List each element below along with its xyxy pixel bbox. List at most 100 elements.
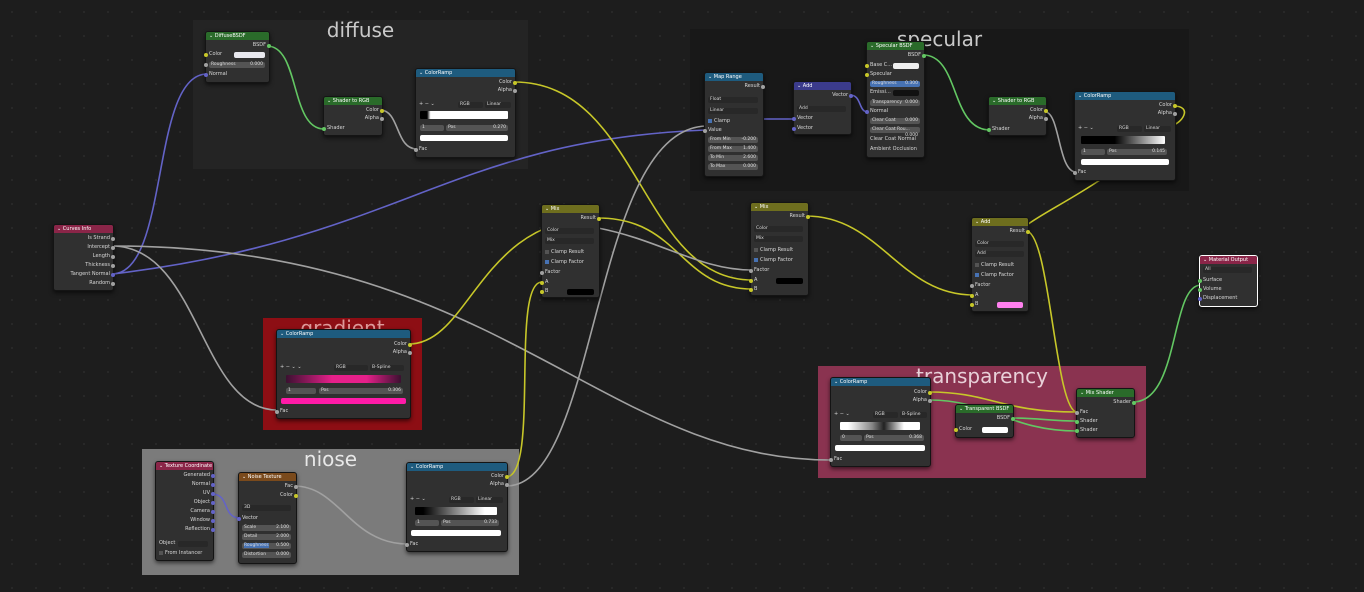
input-ambient-occlusion[interactable]: Ambient Occlusion (870, 146, 921, 153)
output-vector[interactable]: Vector (797, 92, 848, 99)
output-result[interactable]: Result (975, 228, 1025, 235)
socket-out[interactable] (211, 519, 215, 523)
emission-swatch[interactable] (893, 90, 919, 96)
socket-result-out[interactable] (597, 217, 601, 221)
socket-factor-in[interactable] (540, 271, 544, 275)
input-displacement[interactable]: Displacement (1203, 295, 1254, 302)
output-color[interactable]: Color (1078, 102, 1172, 109)
socket-a-in[interactable] (540, 281, 544, 285)
stop-pos[interactable]: Pos 0.145 (1107, 149, 1167, 155)
socket-vector-in[interactable] (237, 517, 241, 521)
to-min-field[interactable]: To Min 2.600 (708, 155, 758, 161)
clamp-result-checkbox[interactable]: Clamp Result (545, 249, 596, 256)
node-header[interactable]: Map Range (705, 73, 763, 81)
color-ramp-bar[interactable] (420, 111, 508, 119)
socket-fac-in[interactable] (829, 458, 833, 462)
input-shader-1[interactable]: Shader (1080, 418, 1131, 425)
scale-field[interactable]: Scale 2.100 (242, 525, 291, 531)
socket-value-in[interactable] (703, 129, 707, 133)
socket-out[interactable] (111, 264, 115, 268)
socket-out[interactable] (211, 510, 215, 514)
socket-color-out[interactable] (928, 391, 932, 395)
color-swatch[interactable] (234, 52, 265, 58)
output-window[interactable]: Window (159, 517, 210, 524)
output-bsdf[interactable]: BSDF (209, 42, 266, 49)
node-diffuse-bsdf[interactable]: DiffuseBSDF BSDF Color Roughness0.000 No… (204, 31, 271, 83)
stop-color[interactable] (411, 530, 501, 536)
node-header[interactable]: ColorRamp (1075, 92, 1175, 100)
clearcoat-rough-field[interactable]: Clear Coat Rou... 0.000 (870, 127, 920, 138)
output-reflection[interactable]: Reflection (159, 526, 210, 533)
input-vector-2[interactable]: Vector (797, 125, 848, 132)
output-shader[interactable]: Shader (1080, 399, 1131, 406)
socket-factor-in[interactable] (749, 269, 753, 273)
socket-fac-in[interactable] (1073, 171, 1077, 175)
output-generated[interactable]: Generated (159, 472, 210, 479)
output-alpha[interactable]: Alpha (280, 349, 407, 356)
interp-select[interactable]: Linear (1144, 126, 1171, 132)
socket-alpha-out[interactable] (928, 399, 932, 403)
distortion-field[interactable]: Distortion 0.000 (242, 552, 291, 558)
socket-color-out[interactable] (294, 494, 298, 498)
dimension-select[interactable]: 3D (242, 505, 291, 511)
socket-bsdf-out[interactable] (922, 54, 926, 58)
socket-shader-in[interactable] (1075, 420, 1079, 424)
data-type-select[interactable]: Color (975, 241, 1024, 247)
add-stop-button[interactable]: + − ⌄ (410, 496, 426, 502)
node-header[interactable]: Mix (542, 205, 599, 213)
node-header[interactable]: Add (972, 218, 1028, 226)
output-color[interactable]: Color (242, 492, 293, 499)
node-vector-add[interactable]: Add Vector Add Vector Vector (792, 81, 853, 135)
interp-select[interactable]: Linear (708, 108, 758, 114)
socket-shader-in[interactable] (322, 127, 326, 131)
socket-out[interactable] (211, 492, 215, 496)
clamp-factor-checkbox[interactable]: Clamp Factor (754, 257, 805, 264)
interp-select[interactable]: B-Spline (370, 365, 404, 371)
input-factor[interactable]: Factor (545, 269, 596, 276)
node-header[interactable]: Transparent BSDF (956, 405, 1013, 413)
stop-index[interactable]: 1 (415, 520, 439, 526)
type-select[interactable]: Float (708, 97, 758, 103)
output-length[interactable]: Length (57, 253, 110, 260)
input-a[interactable]: A (545, 279, 596, 286)
socket-b-in[interactable] (540, 290, 544, 294)
input-fac[interactable]: Fac (1078, 169, 1172, 176)
mode-select[interactable]: RGB (334, 365, 368, 371)
socket-surface-in[interactable] (1198, 279, 1202, 283)
output-alpha[interactable]: Alpha (419, 87, 512, 94)
socket-out[interactable] (111, 273, 115, 277)
stop-color[interactable] (835, 445, 925, 451)
node-noise-texture[interactable]: Noise Texture Fac Color 3D Vector Scale2… (237, 472, 298, 564)
socket-color-out[interactable] (513, 81, 517, 85)
data-type-select[interactable]: Color (545, 228, 594, 234)
color-ramp-bar[interactable] (415, 507, 497, 515)
color-ramp-bar[interactable] (286, 375, 401, 383)
output-intercept[interactable]: Intercept (57, 244, 110, 251)
clamp-factor-checkbox[interactable]: Clamp Factor (975, 272, 1025, 279)
socket-out[interactable] (111, 246, 115, 250)
mode-select[interactable]: RGB (449, 497, 474, 503)
transparency-field[interactable]: Transparency 0.000 (870, 100, 920, 106)
input-clearcoat-normal[interactable]: Clear Coat Normal (870, 136, 921, 143)
socket-result-out[interactable] (761, 85, 765, 89)
output-camera[interactable]: Camera (159, 508, 210, 515)
node-transparent-bsdf[interactable]: Transparent BSDF BSDF Color (954, 404, 1015, 438)
node-header[interactable]: Curves Info (54, 225, 113, 233)
base-color-swatch[interactable] (893, 63, 919, 69)
socket-in[interactable] (865, 73, 869, 77)
interp-select[interactable]: Linear (476, 497, 503, 503)
object-picker[interactable] (178, 541, 208, 547)
socket-color-out[interactable] (1044, 109, 1048, 113)
clamp-checkbox[interactable]: Clamp (708, 118, 760, 125)
node-colorramp-diffuse[interactable]: ColorRamp Color Alpha + − ⌄ RGB Linear 1… (414, 68, 517, 158)
socket-normal-in[interactable] (204, 73, 208, 77)
b-color-swatch[interactable] (997, 302, 1023, 308)
socket-volume-in[interactable] (1198, 288, 1202, 292)
roughness-field[interactable]: Roughness 0.300 (870, 81, 920, 87)
node-header[interactable]: ColorRamp (831, 378, 930, 386)
node-shader-to-rgb-specular[interactable]: Shader to RGB Color Alpha Shader (987, 96, 1048, 136)
socket-vector-in[interactable] (792, 117, 796, 121)
input-shader[interactable]: Shader (992, 126, 1043, 133)
output-tangent-normal[interactable]: Tangent Normal (57, 271, 110, 278)
input-factor[interactable]: Factor (754, 267, 805, 274)
